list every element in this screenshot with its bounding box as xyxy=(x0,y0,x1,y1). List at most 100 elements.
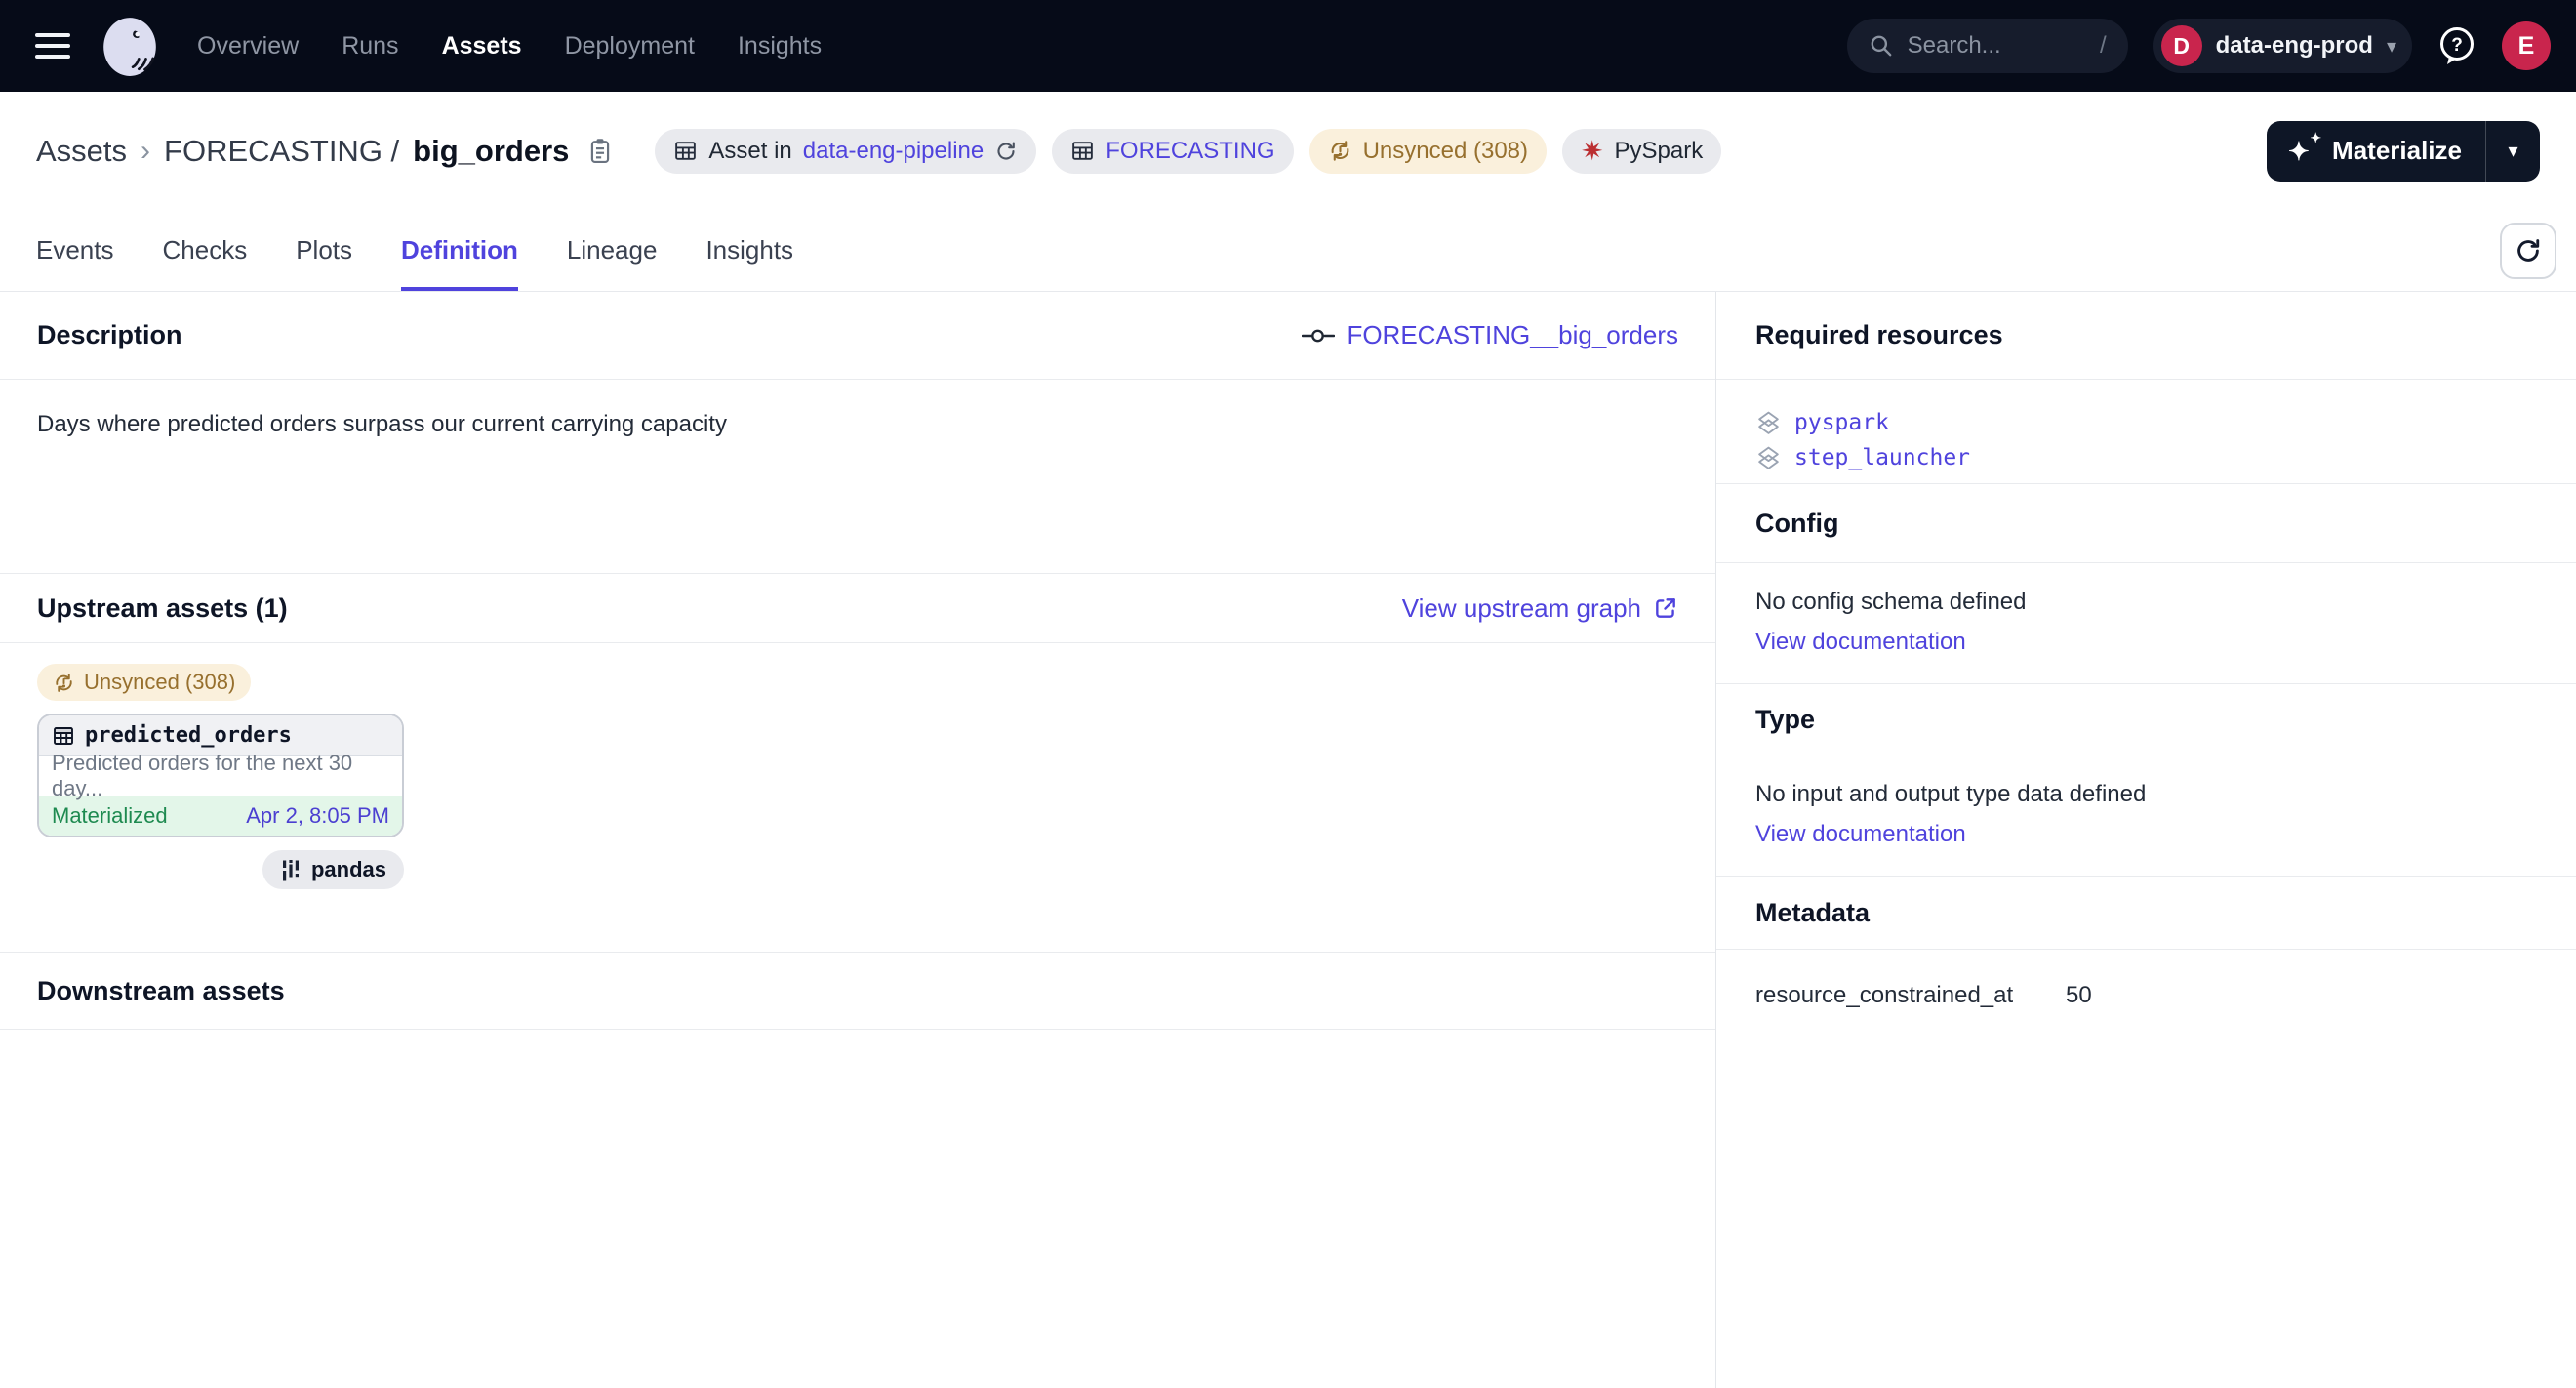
definition-sidebar: Required resources pyspark step_launcher xyxy=(1716,292,2576,1388)
unsynced-tag-label: Unsynced (308) xyxy=(1363,138,1528,165)
group-tag[interactable]: FORECASTING xyxy=(1052,129,1293,174)
deployment-switcher[interactable]: D data-eng-prod ▾ xyxy=(2153,19,2412,73)
view-upstream-graph-label: View upstream graph xyxy=(1402,593,1641,624)
pyspark-tag[interactable]: ✷ PySpark xyxy=(1562,129,1721,174)
tab-events[interactable]: Events xyxy=(36,210,114,291)
required-resources-list: pyspark step_launcher xyxy=(1716,380,2576,483)
asset-tabs: Events Checks Plots Definition Lineage I… xyxy=(0,210,2576,292)
dagster-logo-icon[interactable] xyxy=(98,14,162,78)
tab-definition[interactable]: Definition xyxy=(401,210,518,291)
upstream-asset-card[interactable]: predicted_orders Predicted orders for th… xyxy=(37,714,404,837)
type-view-documentation-link[interactable]: View documentation xyxy=(1755,821,1966,848)
resource-layers-icon xyxy=(1755,410,1782,436)
tab-insights[interactable]: Insights xyxy=(705,210,793,291)
materialize-button-group: ✦ ✦ Materialize ▾ xyxy=(2267,121,2540,182)
pyspark-tag-label: PySpark xyxy=(1614,138,1703,165)
materialize-dropdown-button[interactable]: ▾ xyxy=(2485,121,2540,182)
nav-overview[interactable]: Overview xyxy=(197,32,299,61)
materialize-label: Materialize xyxy=(2332,136,2462,166)
breadcrumb-assets[interactable]: Assets xyxy=(36,134,127,169)
upstream-title: Upstream assets (1) xyxy=(37,593,288,624)
page-header: Assets › FORECASTING / big_orders Asset … xyxy=(0,92,2576,210)
spark-icon: ✷ xyxy=(1581,138,1603,165)
resource-item: pyspark xyxy=(1755,405,2537,440)
upstream-unsynced-label: Unsynced (308) xyxy=(84,670,235,695)
nav-deployment[interactable]: Deployment xyxy=(565,32,695,61)
pipeline-link[interactable]: data-eng-pipeline xyxy=(803,138,984,165)
main-content: Description FORECASTING__big_orders Days… xyxy=(0,292,2576,1388)
metadata-section-header: Metadata xyxy=(1716,876,2576,950)
group-tag-label: FORECASTING xyxy=(1106,138,1274,165)
status-badge: Materialized xyxy=(52,803,168,829)
tab-lineage[interactable]: Lineage xyxy=(567,210,658,291)
table-icon xyxy=(673,139,698,163)
nav-runs[interactable]: Runs xyxy=(342,32,398,61)
view-upstream-graph-link[interactable]: View upstream graph xyxy=(1402,593,1678,624)
description-section-header: Description FORECASTING__big_orders xyxy=(0,292,1715,380)
downstream-title: Downstream assets xyxy=(37,976,285,1006)
type-empty-message: No input and output type data defined xyxy=(1755,781,2537,808)
definition-main-column: Description FORECASTING__big_orders Days… xyxy=(0,292,1716,1388)
table-icon xyxy=(52,724,75,748)
hamburger-menu-icon[interactable] xyxy=(25,19,80,73)
materialize-button[interactable]: ✦ ✦ Materialize xyxy=(2267,121,2485,182)
asset-tags: Asset in data-eng-pipeline FORECASTING xyxy=(655,129,1721,174)
sparkles-icon: ✦ ✦ xyxy=(2290,137,2319,166)
op-link[interactable]: FORECASTING__big_orders xyxy=(1302,320,1678,350)
tab-plots[interactable]: Plots xyxy=(296,210,352,291)
materialization-timestamp[interactable]: Apr 2, 8:05 PM xyxy=(246,803,389,829)
resource-item: step_launcher xyxy=(1755,440,2537,475)
search-box[interactable]: / xyxy=(1847,19,2128,73)
refresh-button[interactable] xyxy=(2500,223,2556,279)
config-view-documentation-link[interactable]: View documentation xyxy=(1755,629,1966,656)
top-nav: Overview Runs Assets Deployment Insights… xyxy=(0,0,2576,92)
metadata-table: resource_constrained_at 50 xyxy=(1716,950,2576,1041)
copy-asset-name-icon[interactable] xyxy=(586,137,614,166)
config-body: No config schema defined View documentat… xyxy=(1716,563,2576,683)
deployment-badge: D xyxy=(2161,25,2202,66)
resource-link-step-launcher[interactable]: step_launcher xyxy=(1794,445,1970,470)
op-icon xyxy=(1302,327,1335,345)
breadcrumb-separator: › xyxy=(141,135,150,168)
downstream-section-header: Downstream assets xyxy=(0,952,1715,1030)
asset-card-description: Predicted orders for the next 30 day... xyxy=(39,756,402,796)
search-input[interactable] xyxy=(1908,32,2054,60)
type-title: Type xyxy=(1755,705,1815,735)
user-avatar[interactable]: E xyxy=(2502,21,2551,70)
chevron-down-icon: ▾ xyxy=(2387,34,2396,59)
tab-checks[interactable]: Checks xyxy=(163,210,248,291)
sync-alert-icon xyxy=(53,672,75,694)
table-icon xyxy=(1070,139,1095,163)
type-section-header: Type xyxy=(1716,683,2576,755)
nav-assets[interactable]: Assets xyxy=(442,32,522,61)
refresh-icon xyxy=(2514,236,2543,265)
required-resources-title: Required resources xyxy=(1755,320,2003,350)
config-title: Config xyxy=(1755,509,1838,539)
deployment-name: data-eng-prod xyxy=(2216,32,2373,60)
resource-layers-icon xyxy=(1755,445,1782,471)
pandas-tag-label: pandas xyxy=(311,857,386,882)
upstream-section-header: Upstream assets (1) View upstream graph xyxy=(0,573,1715,643)
upstream-unsynced-tag[interactable]: Unsynced (308) xyxy=(37,664,251,701)
asset-in-pipeline-tag[interactable]: Asset in data-eng-pipeline xyxy=(655,129,1036,174)
help-icon[interactable]: ? xyxy=(2437,25,2476,66)
resource-link-pyspark[interactable]: pyspark xyxy=(1794,410,1889,435)
config-section-header: Config xyxy=(1716,483,2576,563)
unsynced-tag[interactable]: Unsynced (308) xyxy=(1309,129,1547,174)
type-body: No input and output type data defined Vi… xyxy=(1716,755,2576,876)
chevron-down-icon: ▾ xyxy=(2508,141,2517,162)
svg-text:?: ? xyxy=(2451,35,2463,56)
pandas-icon xyxy=(280,858,302,881)
description-title: Description xyxy=(37,320,182,350)
breadcrumb-group: FORECASTING / xyxy=(164,134,399,169)
nav-insights[interactable]: Insights xyxy=(738,32,822,61)
pandas-tag[interactable]: pandas xyxy=(262,850,404,889)
sync-alert-icon xyxy=(1328,139,1352,163)
primary-nav: Overview Runs Assets Deployment Insights xyxy=(197,32,822,61)
op-link-label: FORECASTING__big_orders xyxy=(1347,320,1678,350)
metadata-title: Metadata xyxy=(1755,898,1870,928)
asset-in-label: Asset in xyxy=(708,138,791,165)
description-body: Days where predicted orders surpass our … xyxy=(0,380,1715,573)
asset-card-status-bar: Materialized Apr 2, 8:05 PM xyxy=(39,796,402,836)
metadata-key: resource_constrained_at xyxy=(1755,982,2066,1009)
